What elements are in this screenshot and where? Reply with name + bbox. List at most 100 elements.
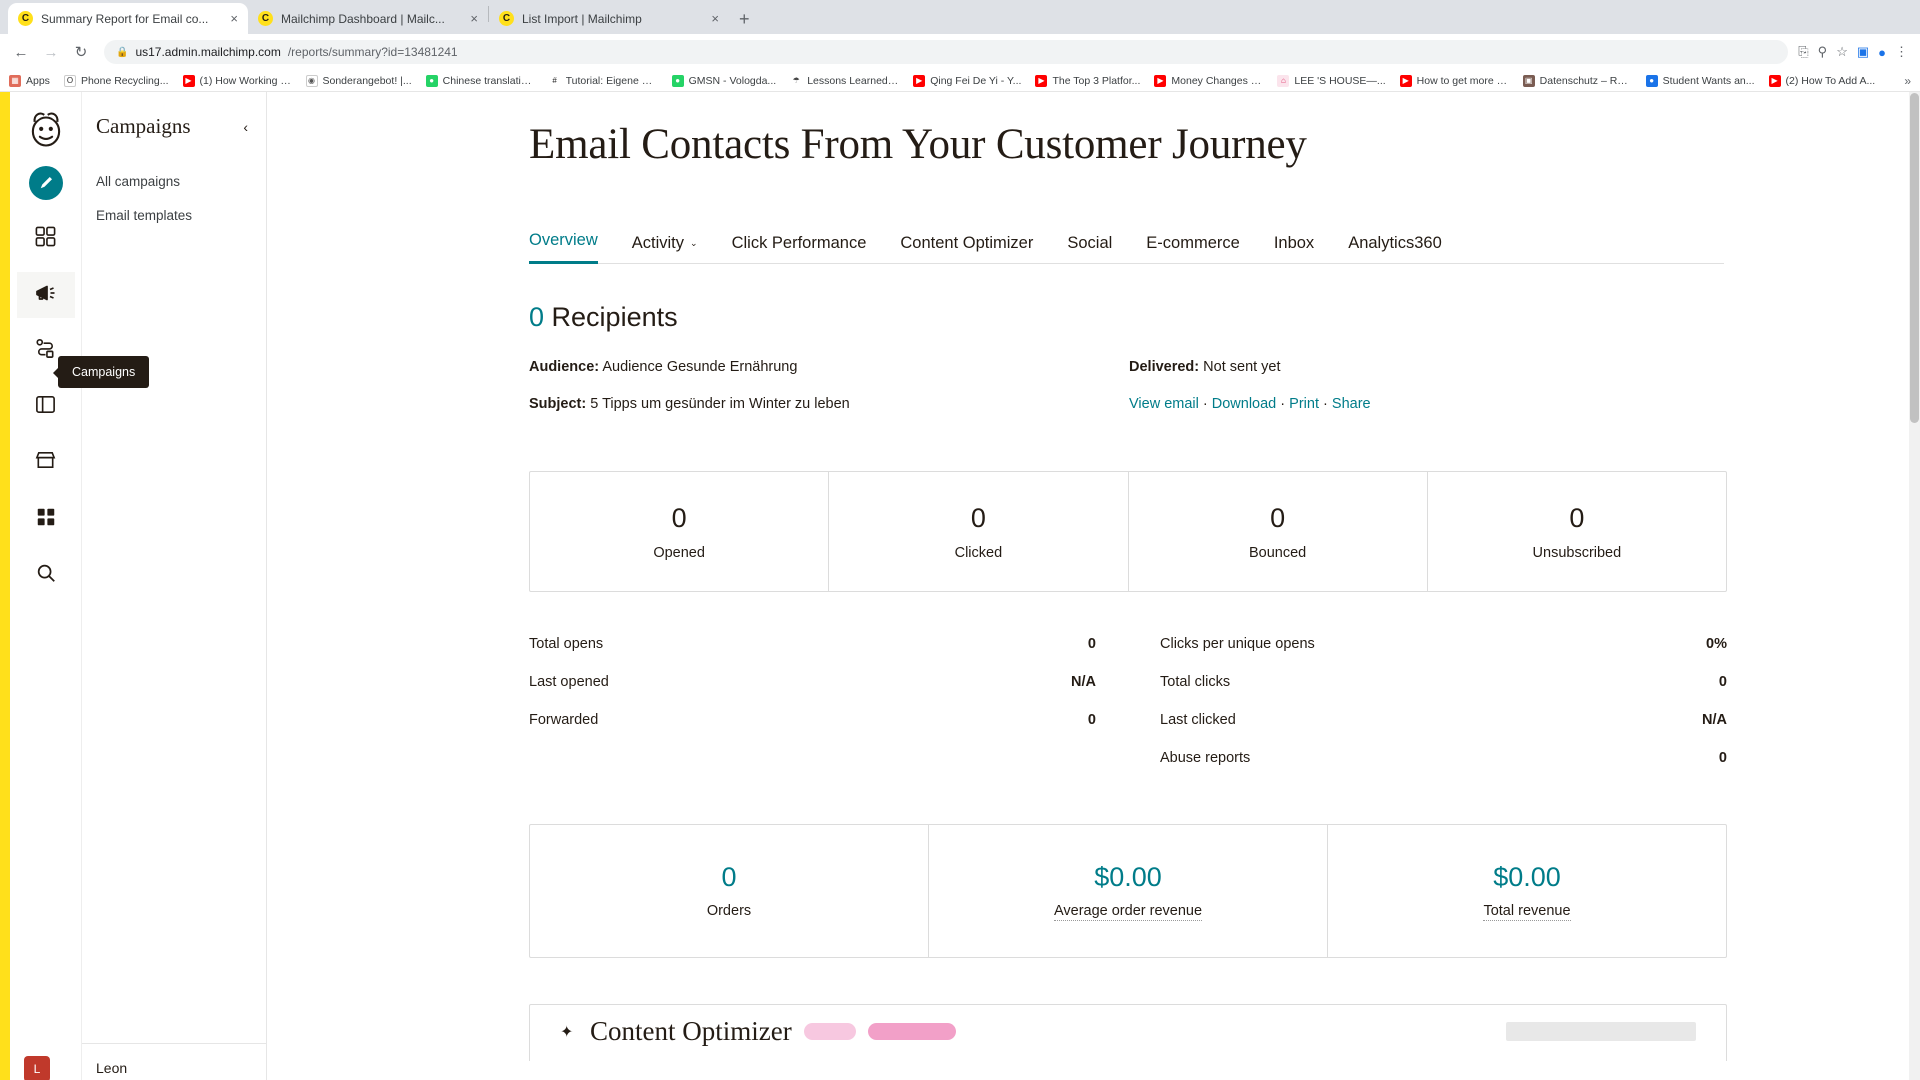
- subject-label: Subject:: [529, 396, 587, 412]
- sidebar-item-website[interactable]: [17, 440, 75, 486]
- tab-label: Click Performance: [731, 234, 867, 252]
- bookmark-label: Qing Fei De Yi - Y...: [930, 74, 1022, 87]
- nav-item-all-campaigns[interactable]: All campaigns: [82, 165, 266, 199]
- content-optimizer-title: Content Optimizer: [590, 1015, 792, 1046]
- tab-social[interactable]: Social: [1067, 234, 1112, 264]
- revenue-card-total-revenue[interactable]: $0.00 Total revenue: [1328, 825, 1726, 958]
- tab-overview[interactable]: Overview: [529, 231, 598, 264]
- tab-analytics360[interactable]: Analytics360: [1348, 234, 1442, 264]
- bookmark-item[interactable]: ▦ Apps: [9, 74, 50, 87]
- sidebar-item-campaigns[interactable]: [16, 272, 75, 318]
- recipients-count: 0: [529, 302, 545, 332]
- browser-tab[interactable]: C Mailchimp Dashboard | Mailc... ×: [248, 3, 488, 34]
- mailchimp-logo[interactable]: [24, 106, 68, 150]
- bookmark-item[interactable]: ☂ Lessons Learned f...: [790, 74, 900, 87]
- bookmark-item[interactable]: ▶ The Top 3 Platfor...: [1035, 74, 1140, 87]
- bookmark-label: Apps: [26, 74, 50, 87]
- address-bar[interactable]: 🔒 us17.admin.mailchimp.com/reports/summa…: [104, 40, 1789, 64]
- nav-item-email-templates[interactable]: Email templates: [82, 199, 266, 233]
- bookmark-item[interactable]: # Tutorial: Eigene Fa...: [548, 74, 658, 87]
- bookmark-icon: ●: [671, 74, 684, 87]
- delivered-row: Delivered: Not sent yet: [1129, 359, 1729, 375]
- view-email-link[interactable]: View email: [1129, 396, 1199, 412]
- bookmark-item[interactable]: ● Student Wants an...: [1645, 74, 1755, 87]
- bookmark-icon: ☂: [790, 74, 803, 87]
- bookmark-item[interactable]: ▶ Money Changes E...: [1154, 74, 1264, 87]
- page-title: Campaigns: [96, 114, 191, 138]
- bookmark-label: Phone Recycling...: [80, 74, 169, 87]
- metric-row: Last clicked N/A: [1128, 712, 1727, 750]
- stat-card-opened[interactable]: 0 Opened: [530, 472, 830, 591]
- browser-tab[interactable]: C List Import | Mailchimp ×: [489, 3, 729, 34]
- bookmark-label: Lessons Learned f...: [807, 74, 900, 87]
- metric-label: Last clicked: [1160, 711, 1236, 728]
- tab-activity[interactable]: Activity ⌄: [632, 234, 698, 264]
- stat-card-unsubscribed[interactable]: 0 Unsubscribed: [1428, 472, 1726, 591]
- close-icon[interactable]: ×: [470, 12, 478, 25]
- share-link[interactable]: Share: [1332, 396, 1371, 412]
- scrollbar-thumb[interactable]: [1910, 93, 1919, 423]
- tab-label: Overview: [529, 231, 598, 249]
- bookmark-label: Datenschutz – Re...: [1539, 74, 1632, 87]
- metric-row: Total opens 0: [529, 636, 1128, 674]
- stat-value: 0: [1569, 503, 1585, 533]
- bookmark-item[interactable]: ▶ How to get more v...: [1399, 74, 1509, 87]
- bookmark-star-icon[interactable]: ☆: [1836, 44, 1848, 60]
- extension-icon[interactable]: ▣: [1857, 44, 1869, 60]
- bookmark-item[interactable]: ◉ Sonderangebot! |...: [305, 74, 412, 87]
- new-tab-button[interactable]: +: [729, 9, 760, 34]
- back-icon[interactable]: ←: [8, 39, 34, 65]
- zoom-icon[interactable]: ⚲: [1818, 44, 1828, 60]
- stat-card-bounced[interactable]: 0 Bounced: [1129, 472, 1428, 591]
- tab-click-performance[interactable]: Click Performance: [732, 234, 867, 264]
- chevron-left-icon[interactable]: ‹: [243, 119, 248, 135]
- avatar[interactable]: L: [24, 1056, 50, 1080]
- revenue-value: $0.00: [1094, 861, 1162, 892]
- bookmark-icon: #: [548, 74, 561, 87]
- bookmark-item[interactable]: O Phone Recycling...: [63, 74, 169, 87]
- bookmark-item[interactable]: ● GMSN - Vologda...: [671, 74, 776, 87]
- bookmark-icon: ●: [425, 74, 438, 87]
- tab-inbox[interactable]: Inbox: [1274, 234, 1314, 264]
- bookmark-item[interactable]: ● Chinese translatio...: [425, 74, 535, 87]
- bookmark-icon: ▦: [9, 74, 21, 87]
- sidebar-item-search[interactable]: [17, 552, 75, 598]
- page-scrollbar[interactable]: [1909, 92, 1920, 1080]
- account-icon[interactable]: ●: [1878, 45, 1886, 60]
- bookmark-item[interactable]: ▶ Qing Fei De Yi - Y...: [913, 74, 1022, 87]
- icon-rail: L: [10, 92, 82, 1080]
- bookmark-item[interactable]: ▣ Datenschutz – Re...: [1522, 74, 1632, 87]
- bookmarks-overflow-button[interactable]: »: [1904, 74, 1911, 88]
- tab-ecommerce[interactable]: E-commerce: [1146, 234, 1240, 264]
- metric-row: Forwarded 0: [529, 712, 1128, 750]
- revenue-label: Total revenue: [1483, 903, 1571, 922]
- share-icon[interactable]: ⎘: [1798, 44, 1808, 60]
- report-main: Email Contacts From Your Customer Journe…: [267, 92, 1920, 1080]
- sidebar-item-audience[interactable]: [17, 384, 75, 430]
- download-link[interactable]: Download: [1212, 396, 1277, 412]
- bookmark-label: Tutorial: Eigene Fa...: [565, 74, 658, 87]
- bookmark-icon: ⌂: [1277, 74, 1290, 87]
- browser-tab[interactable]: C Summary Report for Email co... ×: [8, 3, 248, 34]
- bookmark-label: Money Changes E...: [1171, 74, 1264, 87]
- bookmark-item[interactable]: ▶ (2) How To Add A...: [1768, 74, 1875, 87]
- forward-icon[interactable]: →: [38, 39, 64, 65]
- menu-icon[interactable]: ⋮: [1895, 44, 1908, 60]
- sidebar-item-content[interactable]: [17, 496, 75, 542]
- close-icon[interactable]: ×: [711, 12, 719, 25]
- bookmark-item[interactable]: ⌂ LEE 'S HOUSE—...: [1277, 74, 1386, 87]
- revenue-card-average-order-revenue[interactable]: $0.00 Average order revenue: [929, 824, 1328, 958]
- sidebar-item-templates[interactable]: [17, 216, 75, 262]
- create-button[interactable]: [17, 160, 75, 206]
- bookmark-item[interactable]: ▶ (1) How Working a...: [182, 74, 292, 87]
- stat-card-clicked[interactable]: 0 Clicked: [829, 472, 1129, 591]
- user-name[interactable]: Leon: [82, 1043, 266, 1080]
- reload-icon[interactable]: ↻: [68, 39, 94, 65]
- delivered-label: Delivered:: [1129, 359, 1200, 375]
- revenue-card-orders[interactable]: 0 Orders: [530, 824, 929, 958]
- close-icon[interactable]: ×: [230, 12, 238, 25]
- content-optimizer-section: ✦ Content Optimizer: [529, 1004, 1727, 1062]
- print-link[interactable]: Print: [1289, 396, 1319, 412]
- tab-content-optimizer[interactable]: Content Optimizer: [900, 234, 1033, 264]
- section-action-button[interactable]: [1506, 1021, 1696, 1041]
